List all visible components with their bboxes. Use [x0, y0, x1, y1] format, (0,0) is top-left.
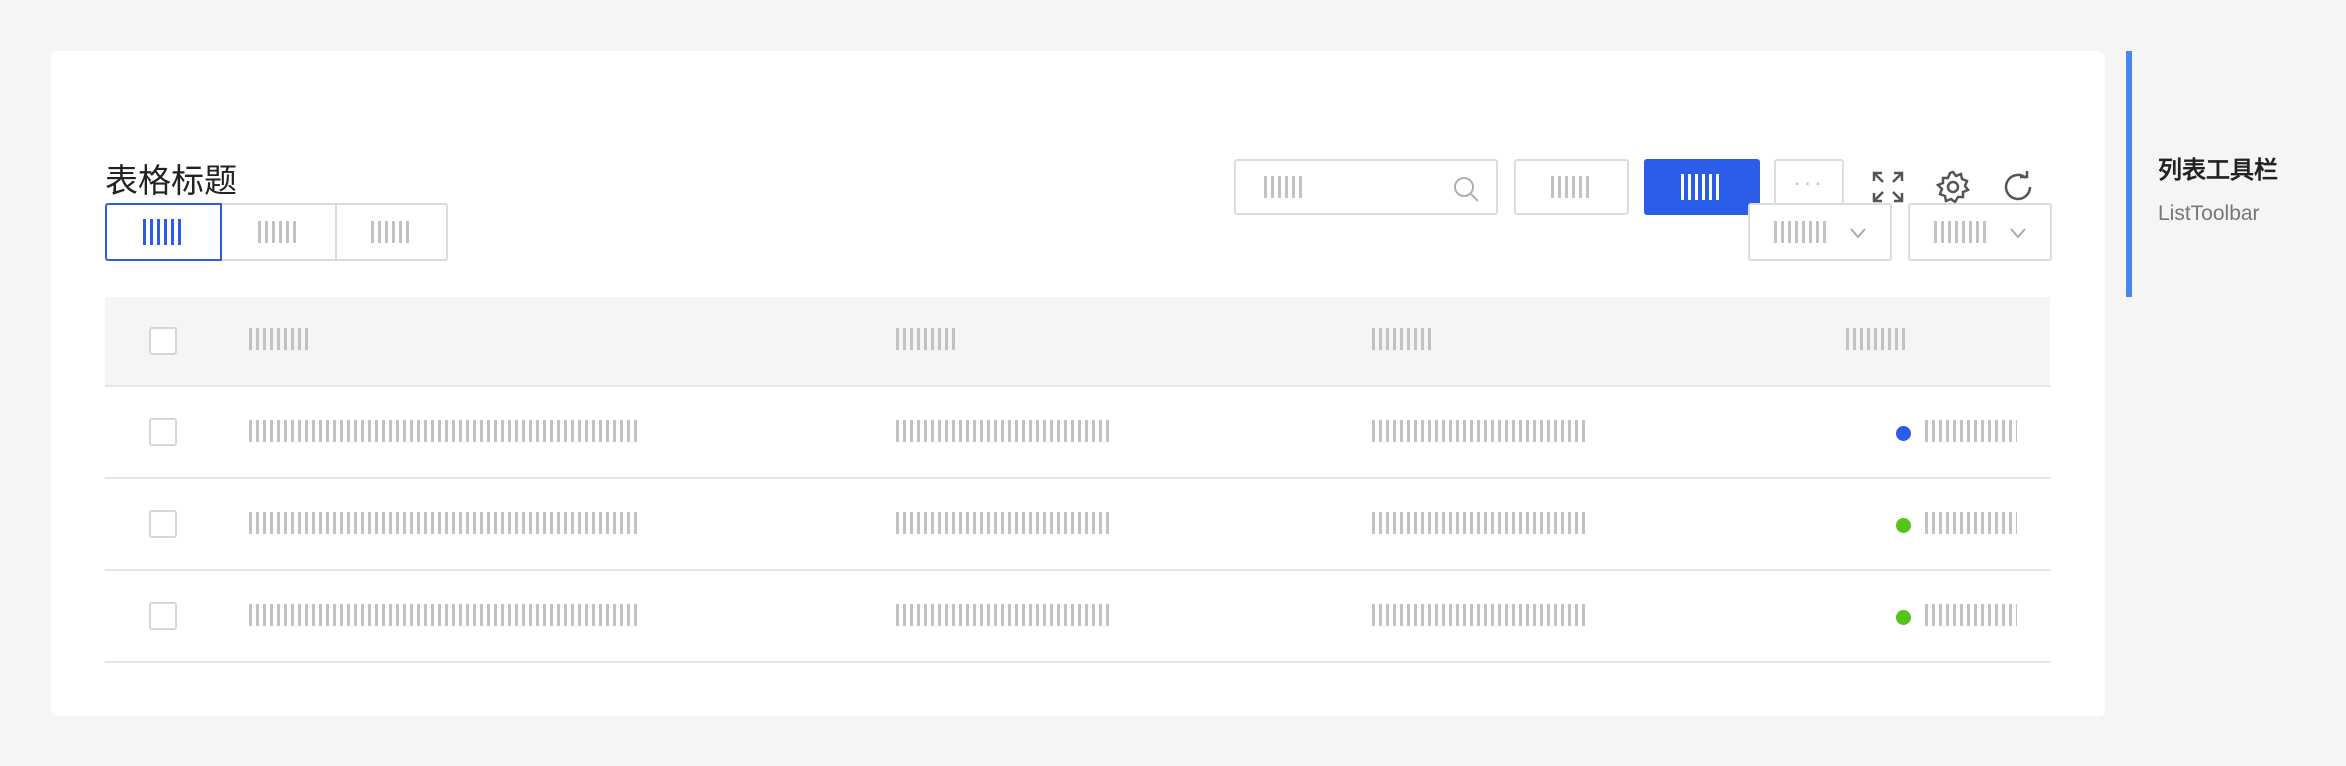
row-cell-1 — [249, 604, 637, 626]
filter-dropdown-2-value — [1934, 221, 1990, 243]
tab-1-label — [142, 219, 185, 245]
segmented-tabs — [105, 203, 448, 261]
tab-3[interactable] — [335, 203, 448, 261]
table-row[interactable] — [105, 479, 2050, 571]
row-cell-3 — [1372, 512, 1587, 534]
table-card: 表格标题 ··· — [51, 51, 2105, 716]
row-cell-1 — [249, 512, 637, 534]
search-placeholder — [1264, 176, 1306, 198]
row-status-text — [1925, 512, 2017, 534]
column-header-1[interactable] — [249, 328, 312, 350]
select-all-checkbox[interactable] — [149, 327, 177, 355]
table-row[interactable] — [105, 387, 2050, 479]
tab-1[interactable] — [105, 203, 222, 261]
row-checkbox[interactable] — [149, 510, 177, 538]
filter-dropdown-1[interactable] — [1748, 203, 1892, 261]
fullscreen-icon[interactable] — [1870, 169, 1906, 205]
filter-dropdown-2[interactable] — [1908, 203, 2052, 261]
primary-button-label — [1681, 174, 1723, 200]
secondary-button-label — [1550, 176, 1593, 198]
column-header-4[interactable] — [1846, 328, 1909, 350]
search-input[interactable] — [1234, 159, 1498, 215]
tab-2[interactable] — [220, 203, 337, 261]
row-cell-1 — [249, 420, 637, 442]
tab-3-label — [370, 221, 413, 243]
row-cell-3 — [1372, 420, 1587, 442]
more-icon: ··· — [1793, 170, 1825, 195]
filter-dropdown-1-value — [1774, 221, 1830, 243]
row-cell-2 — [896, 420, 1111, 442]
primary-button[interactable] — [1644, 159, 1760, 215]
component-name: 列表工具栏 — [2158, 157, 2278, 184]
tab-2-label — [257, 221, 300, 243]
search-icon[interactable] — [1451, 174, 1481, 204]
row-checkbox[interactable] — [149, 418, 177, 446]
status-dot — [1896, 610, 1911, 625]
row-cell-2 — [896, 604, 1111, 626]
settings-icon[interactable] — [1935, 169, 1971, 205]
data-table — [105, 297, 2050, 663]
status-dot — [1896, 518, 1911, 533]
column-header-2[interactable] — [896, 328, 959, 350]
secondary-button[interactable] — [1514, 159, 1629, 215]
refresh-icon[interactable] — [2000, 169, 2036, 205]
page-title: 表格标题 — [105, 162, 237, 199]
status-dot — [1896, 426, 1911, 441]
chevron-down-icon — [1850, 228, 1866, 239]
row-status-text — [1925, 420, 2017, 442]
column-header-3[interactable] — [1372, 328, 1435, 350]
row-status-text — [1925, 604, 2017, 626]
row-cell-3 — [1372, 604, 1587, 626]
row-checkbox[interactable] — [149, 602, 177, 630]
row-cell-2 — [896, 512, 1111, 534]
chevron-down-icon — [2010, 228, 2026, 239]
table-header — [105, 297, 2050, 387]
side-accent-bar — [2126, 51, 2132, 297]
table-row[interactable] — [105, 571, 2050, 663]
component-subtitle: ListToolbar — [2158, 202, 2260, 225]
